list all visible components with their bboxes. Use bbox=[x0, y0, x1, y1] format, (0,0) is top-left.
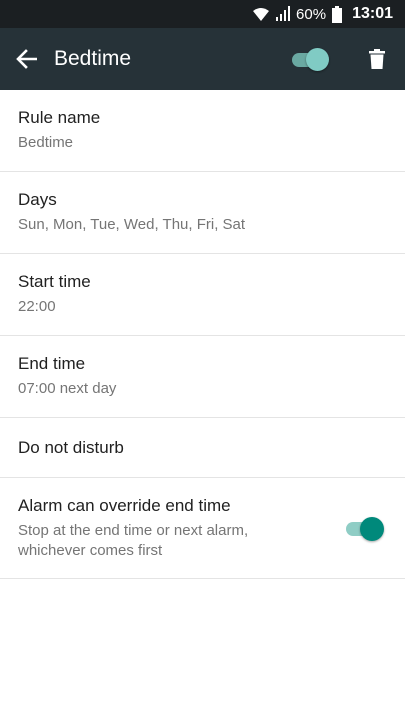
battery-percent: 60% bbox=[296, 5, 327, 23]
signal-icon bbox=[276, 6, 291, 22]
toggle-thumb bbox=[360, 517, 384, 541]
start-time-title: Start time bbox=[18, 272, 91, 291]
status-clock: 13:01 bbox=[352, 5, 393, 22]
days-title: Days bbox=[18, 190, 57, 209]
end-time-title: End time bbox=[18, 354, 86, 373]
back-button[interactable] bbox=[2, 28, 52, 90]
alarm-override-toggle[interactable] bbox=[346, 517, 386, 541]
days-value: Sun, Mon, Tue, Wed, Thu, Fri, Sat bbox=[18, 216, 246, 233]
rule-name-value: Bedtime bbox=[18, 134, 74, 151]
end-time-value: 07:00 next day bbox=[18, 380, 117, 397]
trash-icon bbox=[369, 49, 385, 69]
do-not-disturb-title: Do not disturb bbox=[18, 437, 124, 457]
delete-button[interactable] bbox=[362, 44, 392, 74]
rule-enabled-toggle[interactable] bbox=[292, 48, 330, 71]
alarm-override-text: Alarm can override end time Stop at the … bbox=[18, 496, 318, 561]
battery-icon bbox=[332, 5, 343, 23]
app-bar: Bedtime bbox=[0, 28, 405, 90]
days-row[interactable]: Days Sun, Mon, Tue, Wed, Thu, Fri, Sat bbox=[0, 172, 405, 254]
alarm-override-title: Alarm can override end time bbox=[18, 495, 231, 515]
end-time-row[interactable]: End time 07:00 next day bbox=[0, 336, 405, 418]
alarm-override-row[interactable]: Alarm can override end time Stop at the … bbox=[0, 478, 405, 579]
start-time-value: 22:00 bbox=[18, 298, 56, 315]
status-bar: 60% 13:01 bbox=[0, 0, 405, 28]
toggle-thumb bbox=[306, 48, 329, 71]
arrow-left-icon bbox=[16, 49, 37, 69]
settings-list: Rule name Bedtime Days Sun, Mon, Tue, We… bbox=[0, 90, 405, 579]
rule-name-title: Rule name bbox=[18, 108, 101, 127]
rule-name-row[interactable]: Rule name Bedtime bbox=[0, 90, 405, 172]
alarm-override-description: Stop at the end time or next alarm, whic… bbox=[18, 521, 249, 559]
do-not-disturb-row[interactable]: Do not disturb bbox=[0, 418, 405, 478]
page-title: Bedtime bbox=[54, 47, 132, 70]
wifi-icon bbox=[252, 6, 270, 22]
start-time-row[interactable]: Start time 22:00 bbox=[0, 254, 405, 336]
